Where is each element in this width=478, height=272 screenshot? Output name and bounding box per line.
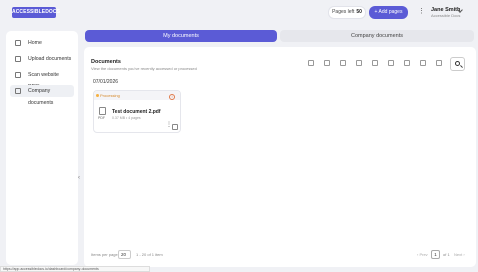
tag-icon[interactable]: [340, 60, 346, 66]
document-card[interactable]: Processing ! PDF Test document 2.pdf 0.3…: [93, 90, 181, 133]
sort-icon[interactable]: [404, 60, 410, 66]
archive-icon[interactable]: [356, 60, 362, 66]
select-checkbox[interactable]: [172, 124, 178, 130]
page-of-text: of 1: [443, 252, 450, 257]
collapse-sidebar-icon[interactable]: ‹: [78, 175, 80, 181]
status-bar-url: https://app.accessibledocs.io/dashboard/…: [0, 266, 150, 272]
filter-icon[interactable]: [308, 60, 314, 66]
sidebar-item-scan[interactable]: Scan website PDF's: [10, 69, 74, 90]
items-per-page-label: Items per page: [91, 252, 118, 257]
home-icon: [15, 40, 21, 46]
download-icon[interactable]: [324, 60, 330, 66]
panel-title: Documents: [91, 59, 121, 65]
range-text: 1 - 20 of 1 item: [136, 252, 163, 257]
prev-page-button[interactable]: ‹ Prev: [417, 251, 428, 259]
grid-view-icon[interactable]: [436, 60, 442, 66]
status-badge: Processing: [100, 93, 120, 98]
copy-icon[interactable]: [372, 60, 378, 66]
trash-icon[interactable]: [388, 60, 394, 66]
search-button[interactable]: [450, 57, 465, 71]
sidebar-item-home[interactable]: Home: [10, 37, 74, 49]
document-name[interactable]: Test document 2.pdf: [112, 109, 161, 115]
processing-dot-icon: [96, 94, 99, 97]
items-per-page-select[interactable]: 20: [118, 250, 131, 259]
card-status-bar: Processing !: [94, 91, 180, 100]
documents-panel: Documents View the documents you've rece…: [84, 47, 476, 267]
page-number-input[interactable]: 1: [431, 250, 440, 259]
upload-icon: [15, 56, 21, 62]
date-group-label: 07/01/2026: [93, 79, 119, 85]
folder-icon: [15, 88, 21, 94]
columns-icon[interactable]: [420, 60, 426, 66]
items-per-page-value: 20: [121, 252, 127, 257]
main-content: My documents Company documents Documents…: [84, 29, 476, 267]
add-pages-button[interactable]: + Add pages: [369, 6, 408, 19]
document-meta: 0.37 MB • 4 pages: [112, 116, 141, 120]
pages-left-label: Pages left: [332, 9, 355, 15]
sidebar-item-company-documents[interactable]: Company documents: [10, 85, 74, 106]
pages-left-value: 50: [356, 9, 362, 15]
next-page-button[interactable]: Next ›: [454, 251, 465, 259]
pdf-file-icon: [99, 107, 106, 115]
warning-icon[interactable]: !: [169, 94, 175, 100]
scan-icon: [15, 72, 21, 78]
file-type-label: PDF: [98, 116, 105, 120]
sidebar-item-label: Home: [28, 40, 42, 46]
user-role: Accessible Docs: [431, 13, 461, 18]
top-bar: ACCESSIBLEDOCS Pages left 50 + Add pages …: [0, 0, 478, 27]
sidebar: Home Upload documents Scan website PDF's…: [6, 31, 80, 265]
sidebar-item-upload[interactable]: Upload documents: [10, 53, 74, 65]
panel-subtitle: View the documents you've recently acces…: [91, 66, 197, 71]
pages-left-badge: Pages left 50: [328, 6, 366, 19]
logo[interactable]: ACCESSIBLEDOCS: [12, 7, 60, 18]
sidebar-item-label: Upload documents: [28, 56, 72, 62]
more-options-icon[interactable]: ⋮: [418, 7, 425, 17]
tab-my-documents[interactable]: My documents: [85, 30, 277, 42]
tab-company-documents[interactable]: Company documents: [280, 30, 474, 42]
sidebar-item-label: Company documents: [28, 88, 54, 106]
